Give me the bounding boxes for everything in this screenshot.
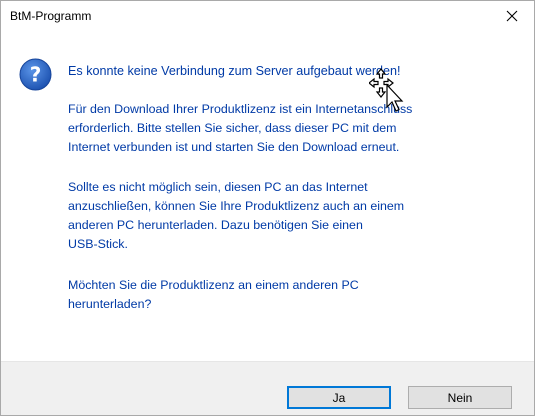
message-line: erforderlich. Bitte stellen Sie sicher, …	[68, 121, 397, 135]
message-line: Sollte es nicht möglich sein, diesen PC …	[68, 180, 368, 194]
button-bar: Ja Nein	[1, 361, 534, 415]
svg-text:?: ?	[30, 63, 42, 87]
message-line: anzuschließen, können Sie Ihre Produktli…	[68, 199, 405, 213]
message-line: USB-Stick.	[68, 237, 128, 251]
message-dialog: BtM-Programm ? Es konnte keine Verbindun…	[0, 0, 535, 416]
close-button[interactable]	[490, 1, 534, 31]
message-paragraph-1: Für den Download Ihrer Produktlizenz ist…	[68, 100, 518, 157]
message-line: Internet verbunden ist und starten Sie d…	[68, 140, 400, 154]
question-icon: ?	[19, 58, 52, 91]
dialog-content: ? Es konnte keine Verbindung zum Server …	[1, 31, 534, 361]
message-paragraph-3: Möchten Sie die Produktlizenz an einem a…	[68, 276, 518, 314]
message-headline: Es konnte keine Verbindung zum Server au…	[68, 64, 401, 78]
message-line: anderen PC herunterladen. Dazu benötigen…	[68, 218, 363, 232]
title-bar[interactable]: BtM-Programm	[1, 1, 534, 31]
yes-button[interactable]: Ja	[287, 386, 391, 409]
message-paragraph-2: Sollte es nicht möglich sein, diesen PC …	[68, 178, 518, 254]
message-line: Für den Download Ihrer Produktlizenz ist…	[68, 102, 413, 116]
message-line: Möchten Sie die Produktlizenz an einem a…	[68, 278, 359, 292]
window-title: BtM-Programm	[10, 9, 92, 23]
move-cursor-icon	[369, 68, 404, 112]
message-line: herunterladen?	[68, 297, 152, 311]
close-icon	[506, 10, 518, 22]
no-button[interactable]: Nein	[408, 386, 512, 409]
